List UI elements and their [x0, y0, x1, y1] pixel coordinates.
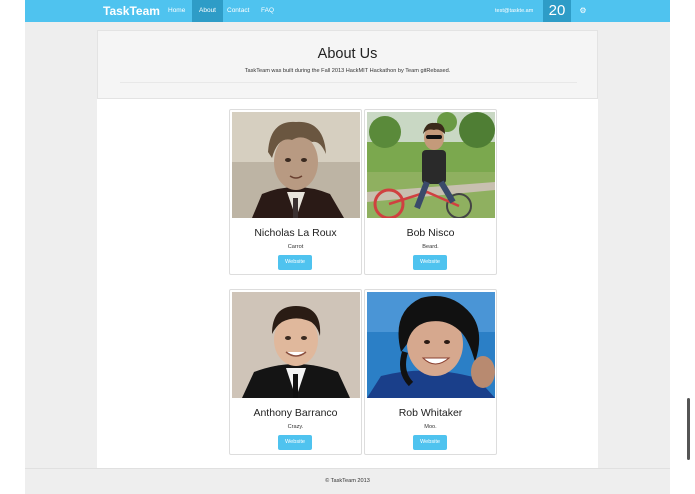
- website-button[interactable]: Website: [413, 435, 447, 450]
- member-name: Bob Nisco: [406, 227, 455, 239]
- page-title: About Us: [317, 46, 378, 62]
- task-count-badge[interactable]: 20: [543, 0, 571, 22]
- member-name: Anthony Barranco: [253, 407, 338, 419]
- member-photo: [232, 112, 360, 218]
- website-button[interactable]: Website: [278, 435, 312, 450]
- member-photo: [367, 292, 495, 398]
- page-subtitle: TaskTeam was built during the Fall 2013 …: [244, 68, 451, 74]
- member-description: Carrot: [287, 244, 304, 250]
- top-navbar: TaskTeam Home About Contact FAQ test@tas…: [25, 0, 670, 22]
- main-content: About Us TaskTeam was built during the F…: [97, 30, 598, 468]
- member-name: Rob Whitaker: [398, 407, 463, 419]
- nav-contact[interactable]: Contact: [220, 0, 256, 22]
- about-header: About Us TaskTeam was built during the F…: [97, 30, 598, 99]
- website-button[interactable]: Website: [278, 255, 312, 270]
- member-photo: [232, 292, 360, 398]
- member-card: Bob Nisco Beard. Website: [364, 109, 497, 275]
- member-card: Rob Whitaker Moo. Website: [364, 289, 497, 455]
- member-photo: [367, 112, 495, 218]
- member-description: Beard.: [422, 244, 439, 250]
- scrollbar-thumb[interactable]: [687, 398, 690, 460]
- member-description: Crazy.: [287, 424, 304, 430]
- nav-faq[interactable]: FAQ: [254, 0, 281, 22]
- brand-logo[interactable]: TaskTeam: [103, 0, 160, 22]
- footer-copyright: © TaskTeam 2013: [325, 478, 370, 484]
- divider: [120, 82, 577, 83]
- member-description: Moo.: [424, 424, 437, 430]
- nav-home[interactable]: Home: [161, 0, 192, 22]
- nav-about[interactable]: About: [192, 0, 223, 22]
- user-email[interactable]: test@taskte.am: [495, 0, 533, 22]
- member-card: Nicholas La Roux Carrot Website: [229, 109, 362, 275]
- website-button[interactable]: Website: [413, 255, 447, 270]
- page-footer: © TaskTeam 2013: [25, 468, 670, 494]
- member-card: Anthony Barranco Crazy. Website: [229, 289, 362, 455]
- gear-icon[interactable]: ⚙: [577, 0, 589, 22]
- member-name: Nicholas La Roux: [254, 227, 337, 239]
